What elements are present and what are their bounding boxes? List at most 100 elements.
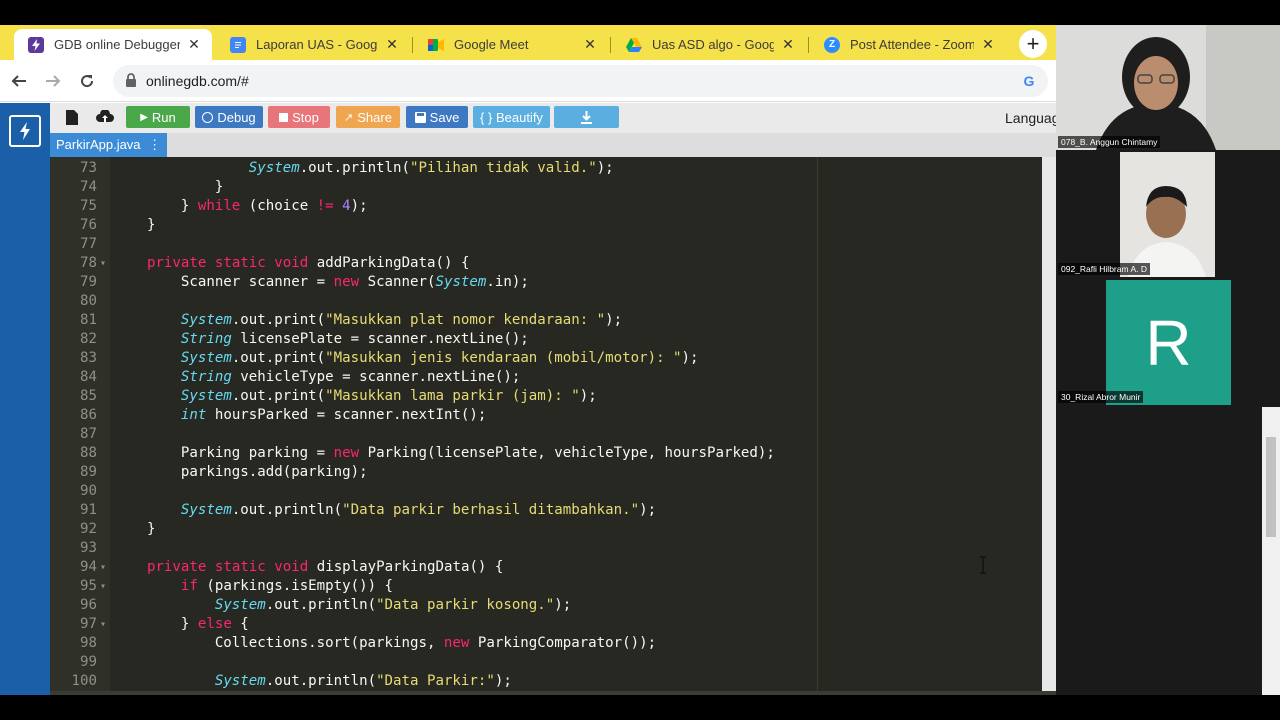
upload-button[interactable] bbox=[92, 106, 118, 128]
code-line[interactable]: 87 bbox=[50, 425, 1056, 444]
fold-arrow-icon[interactable]: ▾ bbox=[100, 558, 106, 577]
language-label[interactable]: Languag bbox=[1005, 110, 1056, 126]
code-line[interactable]: 80 bbox=[50, 292, 1056, 311]
tab-google-meet[interactable]: Google Meet ✕ bbox=[414, 29, 608, 60]
code-line[interactable]: 94 ▾ private static void displayParkingDa… bbox=[50, 558, 1056, 577]
code-text: System.out.print("Masukkan plat nomor ke… bbox=[180, 312, 623, 328]
code-text: System.out.println("Data parkir kosong."… bbox=[214, 597, 572, 613]
share-button[interactable]: ↗ Share bbox=[336, 106, 400, 128]
close-tab-icon[interactable]: ✕ bbox=[384, 36, 400, 53]
fold-arrow-icon[interactable]: ▾ bbox=[100, 254, 106, 273]
tab-title: Post Attendee - Zoom bbox=[850, 37, 974, 52]
line-number: 77 bbox=[80, 236, 97, 252]
line-number: 73 bbox=[80, 160, 97, 176]
participant-tile-anggun[interactable]: 078_B. Anggun Chintamy bbox=[1056, 25, 1280, 150]
beautify-button[interactable]: { } Beautify bbox=[473, 106, 550, 128]
code-line[interactable]: 97 ▾ } else { bbox=[50, 615, 1056, 634]
back-button[interactable] bbox=[6, 68, 32, 94]
address-bar[interactable]: onlinegdb.com/# G bbox=[113, 65, 1048, 97]
tab-separator bbox=[412, 37, 413, 53]
code-line[interactable]: 89 parkings.add(parking); bbox=[50, 463, 1056, 482]
code-line[interactable]: 76 } bbox=[50, 216, 1056, 235]
code-line[interactable]: 99 bbox=[50, 653, 1056, 672]
editor-scrollbar[interactable] bbox=[1042, 157, 1056, 695]
forward-button[interactable] bbox=[40, 68, 66, 94]
code-line[interactable]: 84 String vehicleType = scanner.nextLine… bbox=[50, 368, 1056, 387]
stop-button[interactable]: Stop bbox=[268, 106, 330, 128]
line-number: 84 bbox=[80, 369, 97, 385]
participants-scrollbar[interactable] bbox=[1262, 407, 1280, 695]
code-line[interactable]: 96 System.out.println("Data parkir koson… bbox=[50, 596, 1056, 615]
file-tab-parkirapp[interactable]: ParkirApp.java ⋮ bbox=[50, 133, 168, 157]
code-line[interactable]: 77 bbox=[50, 235, 1056, 254]
code-line[interactable]: 93 bbox=[50, 539, 1056, 558]
code-editor[interactable]: 73 System.out.println("Pilihan tidak val… bbox=[50, 157, 1056, 695]
close-tab-icon[interactable]: ✕ bbox=[980, 36, 996, 53]
tab-laporan-uas[interactable]: Laporan UAS - Google D ✕ bbox=[216, 29, 410, 60]
arrow-right-icon bbox=[46, 75, 61, 87]
code-text: } bbox=[113, 217, 156, 233]
code-line[interactable]: 92 } bbox=[50, 520, 1056, 539]
fold-arrow-icon[interactable]: ▾ bbox=[100, 615, 106, 634]
line-number: 97 bbox=[80, 616, 97, 632]
close-tab-icon[interactable]: ✕ bbox=[582, 36, 598, 53]
lock-icon bbox=[126, 73, 136, 87]
code-text: System.out.print("Masukkan jenis kendara… bbox=[180, 350, 699, 366]
share-icon: ↗ bbox=[344, 111, 354, 124]
code-line[interactable]: 91 System.out.println("Data parkir berha… bbox=[50, 501, 1056, 520]
code-text: System.out.print("Masukkan lama parkir (… bbox=[180, 388, 597, 404]
code-line[interactable]: 81 System.out.print("Masukkan plat nomor… bbox=[50, 311, 1056, 330]
code-line[interactable]: 100 System.out.println("Data Parkir:"); bbox=[50, 672, 1056, 691]
scrollbar-thumb[interactable] bbox=[1266, 437, 1276, 537]
code-line[interactable]: 88 Parking parking = new Parking(license… bbox=[50, 444, 1056, 463]
kebab-menu-icon[interactable]: ⋮ bbox=[148, 137, 161, 152]
code-text: parkings.add(parking); bbox=[113, 464, 368, 480]
code-line[interactable]: 78 ▾ private static void addParkingData()… bbox=[50, 254, 1056, 273]
gdb-sidebar bbox=[0, 103, 50, 695]
tab-zoom[interactable]: Z Post Attendee - Zoom ✕ bbox=[810, 29, 1006, 60]
bottom-bar bbox=[0, 695, 1280, 720]
code-line[interactable]: 85 System.out.print("Masukkan lama parki… bbox=[50, 387, 1056, 406]
debug-button[interactable]: Debug bbox=[195, 106, 263, 128]
download-button[interactable] bbox=[554, 106, 619, 128]
code-line[interactable]: 90 bbox=[50, 482, 1056, 501]
participant-avatar: R bbox=[1106, 280, 1231, 405]
reload-button[interactable] bbox=[74, 68, 100, 94]
close-tab-icon[interactable]: ✕ bbox=[186, 36, 202, 53]
new-tab-button[interactable]: + bbox=[1019, 30, 1047, 58]
tab-title: GDB online Debugger | c bbox=[54, 37, 180, 52]
code-text: } bbox=[113, 179, 224, 195]
tab-separator bbox=[610, 37, 611, 53]
code-text: Parking parking = new Parking(licensePla… bbox=[113, 445, 775, 461]
code-line[interactable]: 79 Scanner scanner = new Scanner(System.… bbox=[50, 273, 1056, 292]
code-line[interactable]: 98 Collections.sort(parkings, new Parkin… bbox=[50, 634, 1056, 653]
run-button[interactable]: ▶ Run bbox=[126, 106, 190, 128]
participant-video bbox=[1120, 152, 1215, 277]
code-line[interactable]: 82 String licensePlate = scanner.nextLin… bbox=[50, 330, 1056, 349]
fold-arrow-icon[interactable]: ▾ bbox=[100, 577, 106, 596]
google-icon[interactable]: G bbox=[1020, 72, 1038, 90]
code-text: } bbox=[113, 521, 156, 537]
close-tab-icon[interactable]: ✕ bbox=[780, 36, 796, 53]
line-number: 78 bbox=[80, 255, 97, 271]
code-text: System.out.println("Data Parkir:"); bbox=[214, 673, 512, 689]
gdb-logo-icon[interactable] bbox=[9, 115, 41, 147]
participant-name: 30_Rizal Abror Munir bbox=[1058, 391, 1144, 403]
code-line[interactable]: 75 } while (choice != 4); bbox=[50, 197, 1056, 216]
line-number: 74 bbox=[80, 179, 97, 195]
code-line[interactable]: 83 System.out.print("Masukkan jenis kend… bbox=[50, 349, 1056, 368]
new-file-button[interactable] bbox=[60, 106, 84, 128]
code-line[interactable]: 86 int hoursParked = scanner.nextInt(); bbox=[50, 406, 1056, 425]
participant-tile-rizal[interactable]: R 30_Rizal Abror Munir bbox=[1056, 280, 1280, 405]
participant-tile-rafli[interactable]: 092_Rafli Hilbram A. D bbox=[1056, 152, 1280, 277]
code-line[interactable]: 95 ▾ if (parkings.isEmpty()) { bbox=[50, 577, 1056, 596]
code-text: } else { bbox=[113, 616, 249, 632]
tab-uas-asd-algo[interactable]: Uas ASD algo - Google D ✕ bbox=[612, 29, 806, 60]
line-number: 87 bbox=[80, 426, 97, 442]
code-line[interactable]: 74 } bbox=[50, 178, 1056, 197]
line-number: 88 bbox=[80, 445, 97, 461]
save-button[interactable]: Save bbox=[406, 106, 468, 128]
code-line[interactable]: 73 System.out.println("Pilihan tidak val… bbox=[50, 159, 1056, 178]
code-text: System.out.println("Pilihan tidak valid.… bbox=[248, 160, 614, 176]
tab-gdb[interactable]: GDB online Debugger | c ✕ bbox=[14, 29, 212, 60]
